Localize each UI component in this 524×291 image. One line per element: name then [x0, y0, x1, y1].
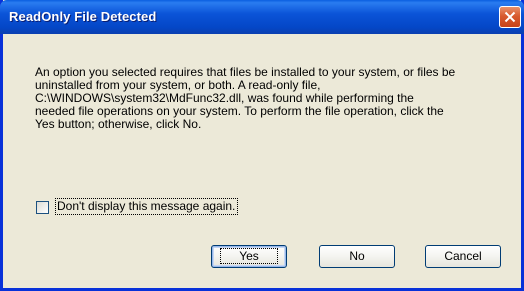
no-button-label: No: [349, 249, 365, 263]
dont-display-again-checkbox[interactable]: [36, 201, 49, 214]
close-button[interactable]: [499, 6, 521, 28]
yes-button[interactable]: Yes: [211, 245, 287, 268]
window-title: ReadOnly File Detected: [9, 9, 157, 24]
message-text: An option you selected requires that fil…: [35, 65, 456, 131]
close-icon: [504, 11, 516, 23]
cancel-button-label: Cancel: [444, 249, 482, 263]
dialog-window: ReadOnly File Detected An option you sel…: [0, 0, 524, 291]
dont-display-again-label[interactable]: Don't display this message again.: [54, 198, 239, 215]
title-bar[interactable]: ReadOnly File Detected: [0, 0, 524, 34]
no-button[interactable]: No: [319, 245, 395, 268]
yes-button-label: Yes: [220, 248, 278, 264]
cancel-button[interactable]: Cancel: [425, 245, 501, 268]
